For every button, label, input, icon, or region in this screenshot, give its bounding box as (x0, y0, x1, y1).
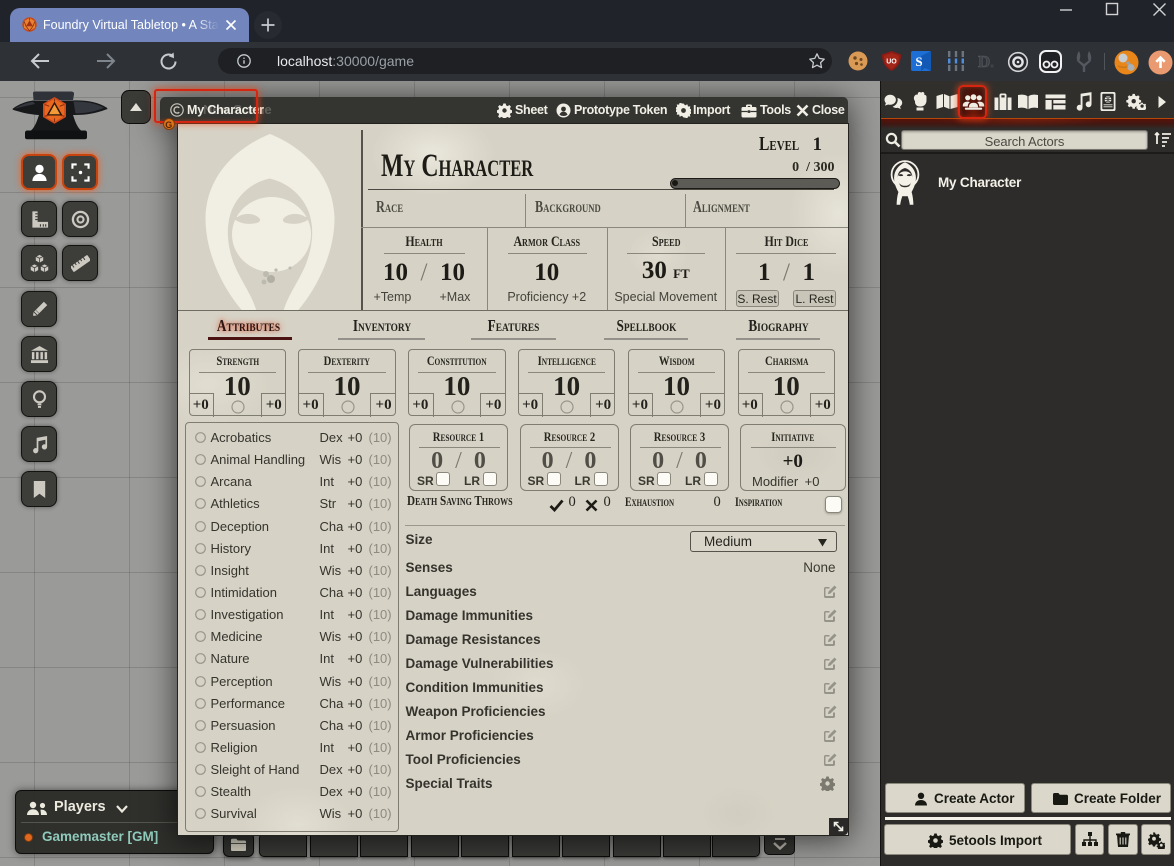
svg-text:D: D (978, 52, 990, 71)
svg-text:S: S (915, 54, 922, 69)
svg-text:UO: UO (886, 59, 897, 66)
